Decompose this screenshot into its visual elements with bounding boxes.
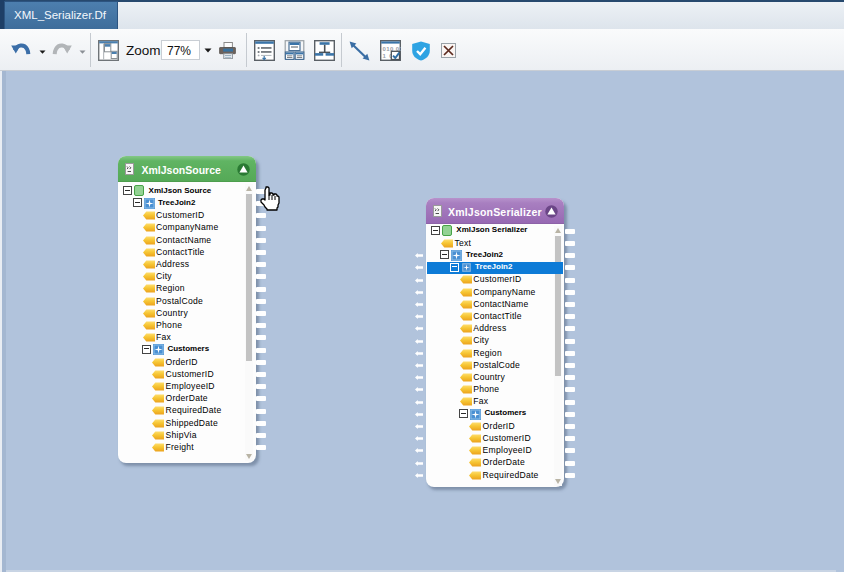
svg-text:010 01: 010 01 <box>383 46 401 52</box>
